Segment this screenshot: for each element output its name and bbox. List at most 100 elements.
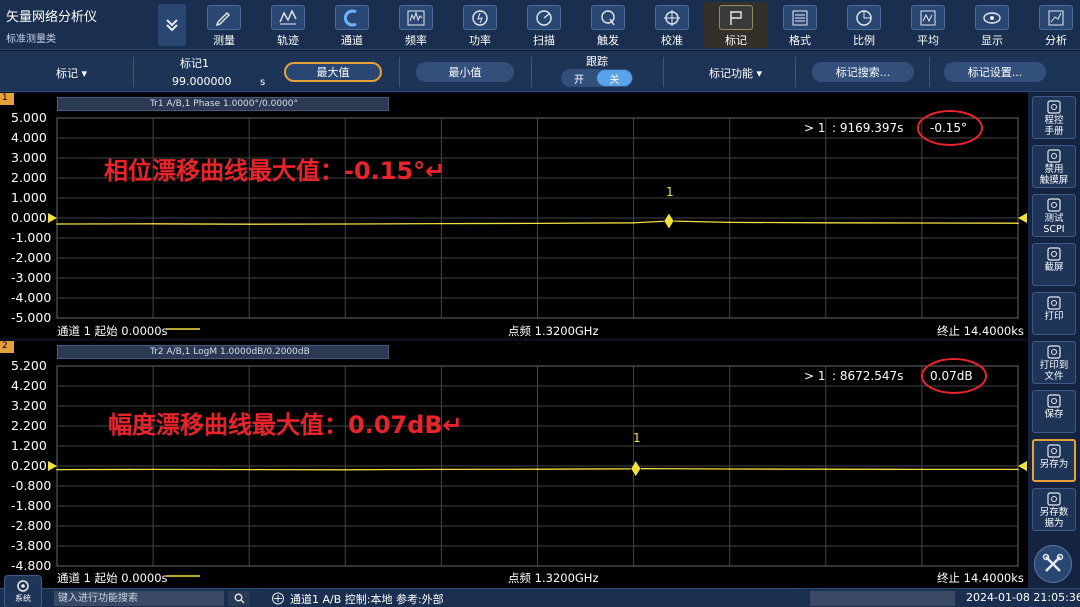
trace-point [248, 223, 250, 225]
trace-label[interactable]: Tr1 A/B,1 Phase 1.0000°/0.0000° [57, 97, 389, 111]
y-tick-label: 1.000 [11, 190, 47, 205]
display-eye-icon [983, 11, 1001, 24]
tab-analysis[interactable]: 分析 [1024, 2, 1080, 48]
tools-float-button[interactable] [1034, 545, 1072, 583]
marker-readout-index: > 1 [804, 369, 826, 383]
tab-power[interactable]: 功率 [448, 2, 512, 48]
print-to-file-icon [1047, 345, 1061, 359]
side-button-touch-disable[interactable]: 禁用 触摸屏 [1032, 145, 1076, 188]
marker-label: 1 [666, 185, 674, 199]
y-tick-label: 5.200 [11, 358, 47, 373]
marker-readout-value: 0.07dB [930, 369, 973, 383]
tab-label: 平均 [917, 34, 939, 47]
marker-search-button[interactable]: 标记搜索... [812, 62, 914, 82]
status-progress-box [810, 591, 955, 606]
sweep-icon [536, 9, 552, 26]
tab-label: 校准 [661, 34, 683, 47]
stop-label: 终止 14.4000ks [937, 571, 1024, 585]
format-icon [792, 10, 808, 25]
tab-format[interactable]: 格式 [768, 2, 832, 48]
marker-select-dropdown[interactable]: 标记 ▾ [56, 65, 87, 81]
marker-diamond[interactable] [663, 212, 675, 230]
trace-icon [279, 8, 297, 24]
tab-trigger[interactable]: 触发 [576, 2, 640, 48]
side-button-label: 程控 手册 [1044, 115, 1064, 137]
tab-trace[interactable]: 轨迹 [256, 2, 320, 48]
reference-arrow-left [48, 213, 57, 223]
tab-label: 轨迹 [277, 34, 299, 47]
side-button-save[interactable]: 保存 [1032, 390, 1076, 433]
tab-icon-box [655, 5, 689, 30]
phase-plot[interactable]: 1 Tr1 A/B,1 Phase 1.0000°/0.0000° 5.000 4… [0, 93, 1028, 338]
y-tick-label: 2.200 [11, 418, 47, 433]
tab-icon-box [1039, 5, 1073, 30]
scale-icon [856, 9, 872, 26]
tab-channel[interactable]: 通道 [320, 2, 384, 48]
reference-arrow-right [1018, 213, 1027, 223]
tab-label: 显示 [981, 34, 1003, 47]
start-label: 通道 1 起始 0.0000s [57, 324, 168, 338]
reference-arrow-right [1018, 461, 1027, 471]
y-tick-label: -5.000 [11, 310, 52, 325]
marker-function-dropdown[interactable]: 标记功能 ▾ [709, 65, 762, 81]
y-tick-label: 5.000 [11, 110, 47, 125]
save-data-icon [1047, 492, 1061, 506]
tab-marker-flag[interactable]: 标记 [704, 2, 768, 48]
app-title: 矢量网络分析仪 [6, 10, 98, 25]
tab-icon-box [335, 5, 369, 30]
tab-scale[interactable]: 比例 [832, 2, 896, 48]
side-button-printer[interactable]: 打印 [1032, 292, 1076, 335]
marker-value-field[interactable]: 99.000000 [172, 75, 232, 88]
trace-point [825, 222, 827, 224]
trace-point [152, 468, 154, 471]
trace-point [536, 222, 539, 225]
function-search-input[interactable]: 键入进行功能搜索 [54, 591, 224, 606]
max-value-button[interactable]: 最大值 [284, 62, 382, 82]
tab-frequency[interactable]: 频率 [384, 2, 448, 48]
trace-label[interactable]: Tr2 A/B,1 LogM 1.0000dB/0.2000dB [57, 345, 389, 359]
tab-display-eye[interactable]: 显示 [960, 2, 1024, 48]
system-gear-icon [17, 580, 29, 592]
marker-settings-button[interactable]: 标记设置... [944, 62, 1046, 82]
magnitude-plot[interactable]: 2 Tr2 A/B,1 LogM 1.0000dB/0.2000dB 5.200… [0, 341, 1028, 588]
trace-point [921, 468, 923, 471]
pencil-icon [215, 11, 230, 26]
trace-point [56, 223, 58, 225]
tab-icon-box [527, 5, 561, 30]
tab-pencil[interactable]: 测量 [192, 2, 256, 48]
tracking-label: 跟踪 [586, 55, 608, 68]
side-button-scpi[interactable]: 测试 SCPI [1032, 194, 1076, 237]
side-button-label: 另存数 据为 [1039, 507, 1069, 529]
average-icon [920, 10, 936, 25]
marker-readout-index: > 1 [804, 121, 826, 135]
marker-bar: 标记 ▾ 标记1 99.000000 s 最大值 最小值 跟踪 标记功能 ▾ 标… [0, 51, 1080, 92]
channel-number-badge: 2 [0, 341, 14, 353]
tab-sweep[interactable]: 扫描 [512, 2, 576, 48]
side-button-manual[interactable]: 程控 手册 [1032, 96, 1076, 139]
tab-label: 通道 [341, 34, 363, 47]
scpi-icon [1047, 198, 1061, 212]
tab-icon-box [271, 5, 305, 30]
search-button[interactable] [228, 591, 250, 606]
tab-average[interactable]: 平均 [896, 2, 960, 48]
side-button-screenshot[interactable]: 截屏 [1032, 243, 1076, 286]
printer-icon [1047, 296, 1061, 310]
system-button[interactable]: 系统 [4, 575, 42, 607]
y-tick-label: -2.000 [11, 250, 52, 265]
divider [929, 57, 930, 87]
side-button-print-to-file[interactable]: 打印到 文件 [1032, 341, 1076, 384]
tab-icon-box [911, 5, 945, 30]
marker-flag-icon [730, 10, 742, 25]
side-button-save-as[interactable]: 另存为 [1032, 439, 1076, 482]
tab-calibration[interactable]: 校准 [640, 2, 704, 48]
tracking-toggle[interactable]: 开 关 [561, 69, 633, 87]
collapse-button[interactable] [158, 4, 186, 46]
min-value-button[interactable]: 最小值 [416, 62, 514, 82]
divider [531, 57, 532, 87]
marker-diamond[interactable] [630, 460, 642, 478]
side-button-save-data[interactable]: 另存数 据为 [1032, 488, 1076, 531]
tab-label: 测量 [213, 34, 235, 47]
menu-tabs: 测量 轨迹 通道 频率 功率 扫描 触发 校准 标记 格式 比例 平均 显示 分析 [192, 2, 1080, 48]
y-tick-label: 1.200 [11, 438, 47, 453]
y-tick-label: -2.800 [11, 518, 52, 533]
